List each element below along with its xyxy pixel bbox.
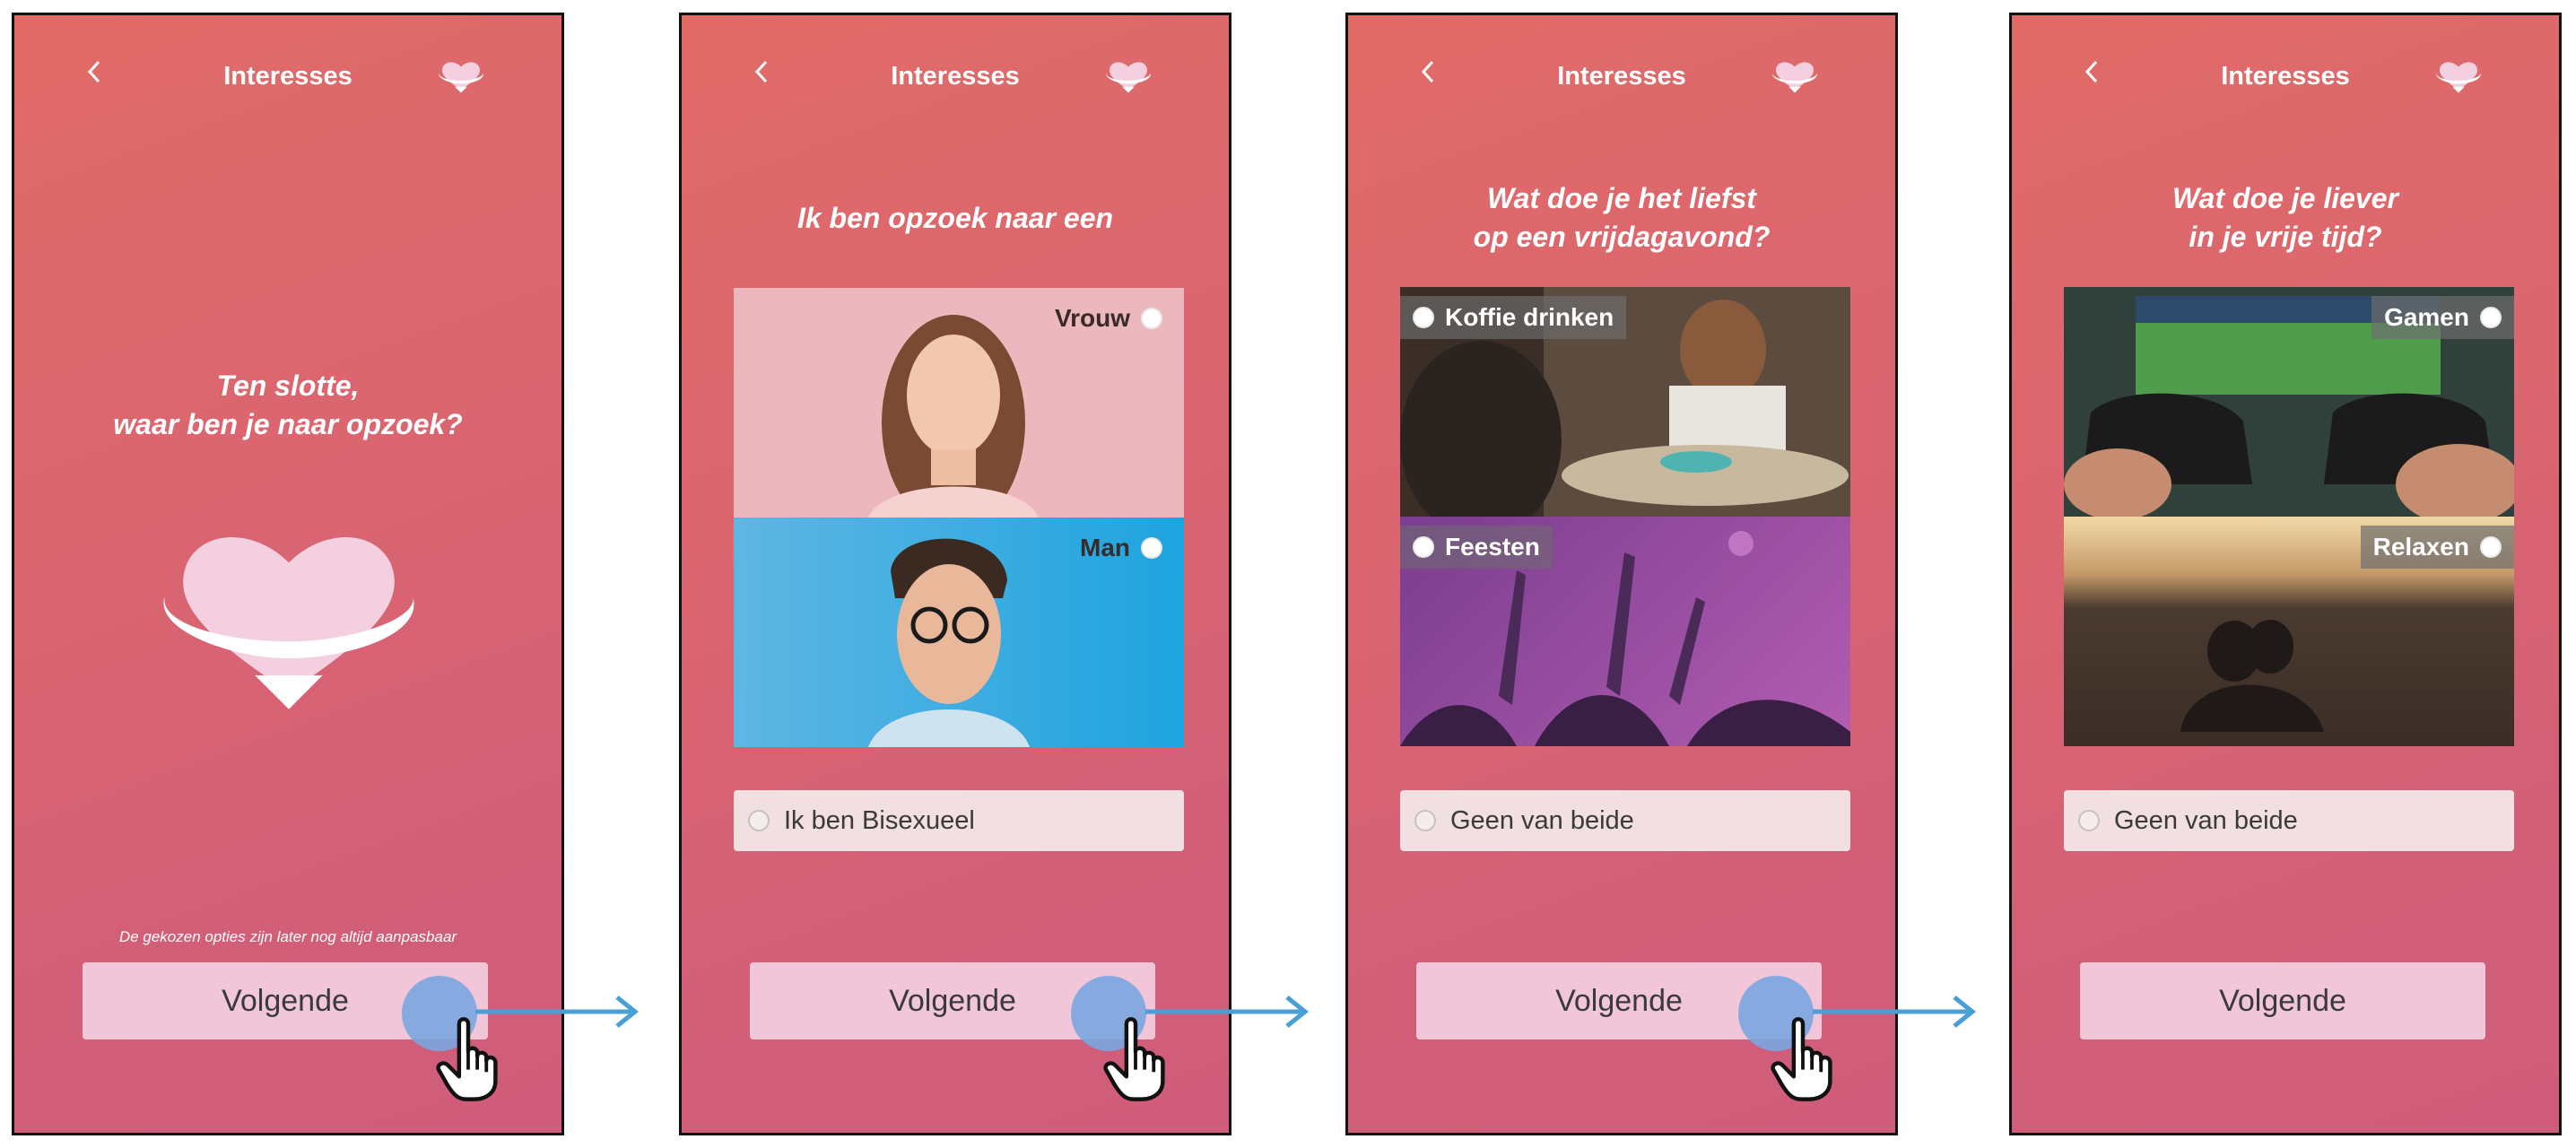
option-label: Gamen <box>2384 303 2469 331</box>
question-line-1: Wat doe je het liefst <box>1487 182 1756 214</box>
question-text: Wat doe je liever in je vrije tijd? <box>2039 179 2532 257</box>
option-label-row: Gamen <box>2371 296 2514 339</box>
option-label: Koffie drinken <box>1445 303 1614 331</box>
screen-free-time: Interesses Wat doe je liever in je vrije… <box>2009 13 2562 1135</box>
question-line-2: waar ben je naar opzoek? <box>113 408 463 440</box>
option-label-row: Koffie drinken <box>1400 296 1627 339</box>
top-bar: Interesses <box>2012 49 2559 103</box>
radio-relaxen[interactable] <box>2480 536 2502 558</box>
option-tile-vrouw[interactable]: Vrouw <box>734 288 1184 517</box>
option-label: Geen van beide <box>1450 805 1634 835</box>
screen-looking-for: Interesses Ik ben opzoek naar een Vrouw … <box>679 13 1231 1135</box>
flow-arrow-icon <box>1145 996 1310 1028</box>
option-tile-relaxen[interactable]: Relaxen <box>2064 517 2514 746</box>
radio-koffie[interactable] <box>1413 307 1434 328</box>
radio-none[interactable] <box>1414 810 1436 831</box>
question-line-2: op een vrijdagavond? <box>1473 221 1771 253</box>
heart-logo-icon <box>436 58 486 94</box>
top-bar: Interesses <box>14 49 561 103</box>
option-label: Vrouw <box>1054 304 1130 332</box>
question-line-1: Wat doe je liever <box>2172 182 2398 214</box>
option-label: Relaxen <box>2372 533 2469 561</box>
question-line-1: Ik ben opzoek naar een <box>796 202 1114 234</box>
option-bisexual[interactable]: Ik ben Bisexueel <box>734 790 1184 851</box>
radio-vrouw[interactable] <box>1141 308 1162 329</box>
screen-friday-night: Interesses Wat doe je het liefst op een … <box>1345 13 1898 1135</box>
option-label: Ik ben Bisexueel <box>784 805 975 835</box>
option-tile-feesten[interactable]: Feesten <box>1400 517 1850 746</box>
option-tile-koffie[interactable]: Koffie drinken <box>1400 287 1850 517</box>
option-label: Geen van beide <box>2114 805 2298 835</box>
radio-gamen[interactable] <box>2480 307 2502 328</box>
question-text: Wat doe je het liefst op een vrijdagavon… <box>1375 179 1868 257</box>
option-tile-gamen[interactable]: Gamen <box>2064 287 2514 517</box>
question-text: Ik ben opzoek naar een <box>709 199 1202 238</box>
option-label-row: Vrouw <box>1042 297 1175 340</box>
next-button[interactable]: Volgende <box>2080 962 2485 1039</box>
option-label: Feesten <box>1445 533 1540 561</box>
option-none[interactable]: Geen van beide <box>2064 790 2514 851</box>
option-label-row: Man <box>1067 526 1175 570</box>
question-line-1: Ten slotte, <box>216 370 360 402</box>
heart-logo-icon <box>2433 58 2484 94</box>
question-line-2: in je vrije tijd? <box>2189 221 2382 253</box>
flow-arrow-icon <box>1813 996 1977 1028</box>
top-bar: Interesses <box>1348 49 1895 103</box>
radio-feesten[interactable] <box>1413 536 1434 558</box>
option-none[interactable]: Geen van beide <box>1400 790 1850 851</box>
option-label-row: Relaxen <box>2360 526 2514 569</box>
heart-logo-icon <box>1103 58 1153 94</box>
screen-final-step: Interesses Ten slotte, waar ben je naar … <box>12 13 564 1135</box>
flow-arrow-icon <box>475 996 640 1028</box>
radio-none[interactable] <box>2078 810 2100 831</box>
heart-logo-icon <box>1770 58 1820 94</box>
radio-man[interactable] <box>1141 537 1162 559</box>
top-bar: Interesses <box>682 49 1229 103</box>
hint-text: De gekozen opties zijn later nog altijd … <box>118 928 457 945</box>
option-label: Man <box>1080 534 1130 561</box>
option-label-row: Feesten <box>1400 526 1553 569</box>
option-tile-man[interactable]: Man <box>734 517 1184 747</box>
heart-logo-large-icon <box>145 517 432 715</box>
radio-bisexual[interactable] <box>748 810 770 831</box>
question-text: Ten slotte, waar ben je naar opzoek? <box>41 367 535 444</box>
